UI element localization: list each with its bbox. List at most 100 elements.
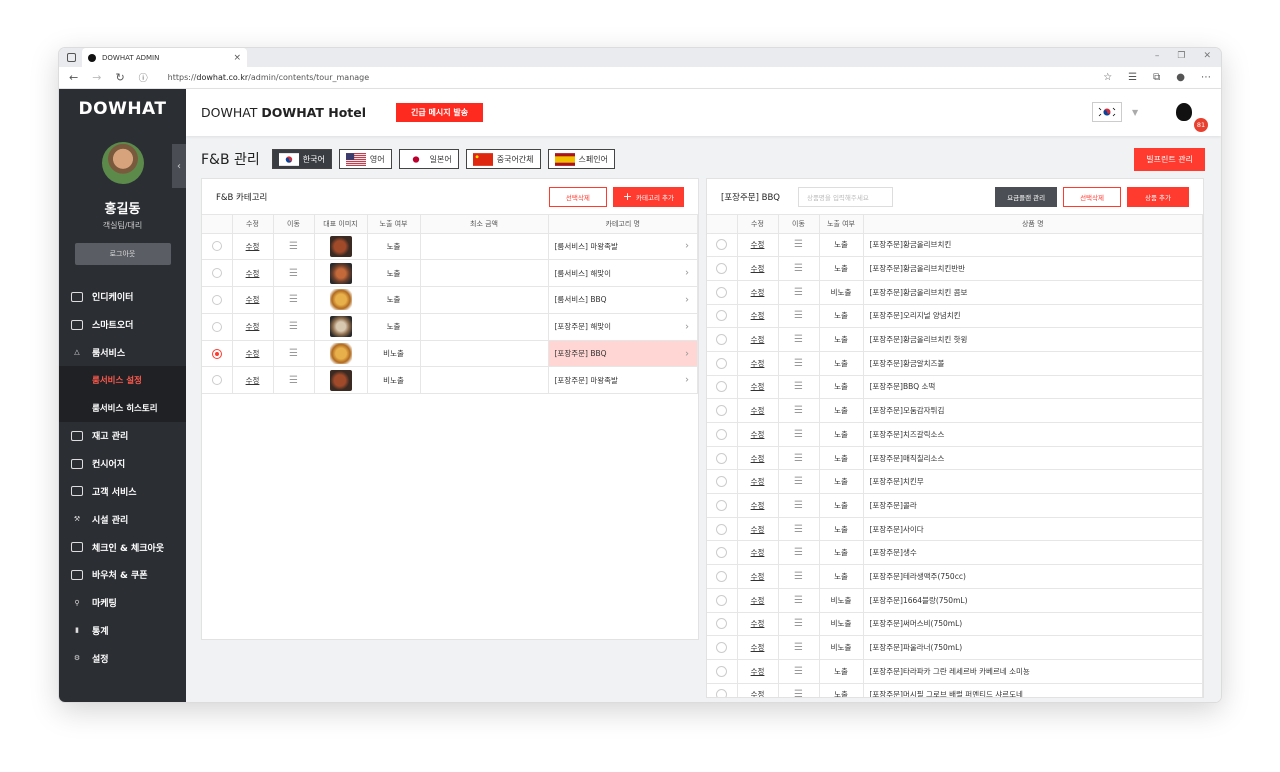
drag-handle-icon[interactable]: ☰ [794,500,803,511]
edit-link[interactable]: 수정 [751,690,765,697]
collections-icon[interactable]: ⧉ [1153,72,1160,83]
lang-tab-korean[interactable]: 한국어 [271,149,332,169]
row-checkbox[interactable] [716,523,728,535]
row-checkbox[interactable] [716,689,728,697]
table-row[interactable]: 수정 ☰ 노출 [포장주문]매직칠리소스 [707,446,1203,471]
sidebar-item-settings[interactable]: ⚙ 설정 [59,644,186,672]
restore-icon[interactable]: ❐ [1177,51,1185,61]
row-checkbox[interactable] [716,381,728,393]
edit-link[interactable]: 수정 [751,454,765,463]
drag-handle-icon[interactable]: ☰ [289,241,298,252]
table-row[interactable]: 수정 ☰ 노출 [포장주문]치킨무 [707,469,1203,495]
category-name-cell[interactable]: [룸서비스] 마왕족발 › [548,233,698,261]
sidebar-item-stats[interactable]: ▮ 통계 [59,617,186,645]
sidebar-item-indicator[interactable]: 인디케이터 [59,283,186,311]
table-row[interactable]: 수정 ☰ 노출 [포장주문]황금올리브치킨반반 [707,256,1203,281]
table-row[interactable]: 수정 ☰ 노출 [포장주문]생수 [707,540,1203,566]
table-row[interactable]: 수정 ☰ 노출 [포장주문] 해맞이 › [202,313,698,341]
rate-plan-button[interactable]: 요금플랜 관리 [995,186,1058,207]
row-checkbox[interactable] [716,476,728,488]
row-checkbox[interactable] [716,310,728,322]
drag-handle-icon[interactable]: ☰ [289,321,298,332]
favorites-list-icon[interactable]: ☰ [1128,72,1137,83]
product-search-input[interactable]: 상품명을 입력해주세요 [797,186,893,207]
row-checkbox[interactable] [716,547,728,559]
table-row[interactable]: 수정 ☰ 노출 [룸서비스] 마왕족발 › [202,233,698,261]
edit-link[interactable]: 수정 [751,311,765,320]
more-icon[interactable]: ⋯ [1201,72,1211,83]
table-row[interactable]: 수정 ☰ 비노출 [포장주문]황금올리브치킨 콤보 [707,280,1203,305]
row-checkbox[interactable] [716,618,728,630]
sidebar-item-concierge[interactable]: 컨시어지 [59,450,186,478]
lang-tab-english[interactable]: 영어 [338,149,392,169]
drag-handle-icon[interactable]: ☰ [794,239,803,250]
sidebar-item-smart-order[interactable]: 스마트오더 [59,311,186,339]
sidebar-item-checkin[interactable]: 체크인 & 체크아웃 [59,533,186,561]
category-name-cell[interactable]: [포장주문] BBQ › [548,340,698,368]
row-checkbox[interactable] [716,286,728,298]
drag-handle-icon[interactable]: ☰ [794,334,803,345]
drag-handle-icon[interactable]: ☰ [794,429,803,440]
drag-handle-icon[interactable]: ☰ [794,618,803,629]
url-field[interactable]: https://dowhat.co.kr/admin/contents/tour… [168,73,370,82]
table-row[interactable]: 수정 ☰ 노출 [포장주문]모둠감자튀김 [707,398,1203,423]
table-row[interactable]: 수정 ☰ 노출 [포장주문]오리지널 양념치킨 [707,304,1203,329]
category-name-cell[interactable]: [포장주문] 마왕족발 › [548,366,698,395]
row-radio[interactable] [211,241,222,252]
language-select[interactable] [1092,102,1122,122]
sidebar-item-customer-service[interactable]: 고객 서비스 [59,478,186,506]
sidebar-item-facility[interactable]: ⚒ 시설 관리 [59,505,186,533]
drag-handle-icon[interactable]: ☰ [794,666,803,677]
blueprint-manage-button[interactable]: 빌프린트 관리 [1134,147,1205,171]
add-product-button[interactable]: 상품 추가 [1127,186,1189,207]
delete-selected-product-button[interactable]: 선택삭제 [1063,186,1121,207]
drag-handle-icon[interactable]: ☰ [794,405,803,416]
profile-icon[interactable]: ● [1176,72,1185,83]
drag-handle-icon[interactable]: ☰ [794,287,803,298]
edit-link[interactable]: 수정 [751,406,765,415]
sidebar-subitem-room-service-settings[interactable]: 룸서비스 설정 [59,366,186,395]
table-row[interactable]: 수정 ☰ 비노출 [포장주문]파울라너(750mL) [707,635,1203,660]
edit-link[interactable]: 수정 [751,501,765,510]
row-checkbox[interactable] [716,357,728,369]
edit-link[interactable]: 수정 [246,295,260,304]
forward-icon[interactable]: → [92,71,101,84]
sidebar-item-marketing[interactable]: ⚲ 마케팅 [59,589,186,617]
row-checkbox[interactable] [716,499,728,511]
browser-tab[interactable]: DOWHAT ADMIN × [82,48,247,67]
delete-selected-category-button[interactable]: 선택삭제 [548,186,607,207]
logout-button[interactable]: 로그아웃 [74,243,171,265]
row-checkbox[interactable] [716,428,728,440]
close-tab-icon[interactable]: × [233,53,241,63]
sidebar-item-voucher[interactable]: 바우처 & 쿠폰 [59,561,186,589]
table-row[interactable]: 수정 ☰ 노출 [포장주문]콜라 [707,493,1203,518]
edit-link[interactable]: 수정 [751,572,765,581]
edit-link[interactable]: 수정 [751,264,765,273]
table-row[interactable]: 수정 ☰ 노출 [포장주문]황금알치즈볼 [707,351,1203,376]
edit-link[interactable]: 수정 [751,643,765,652]
edit-link[interactable]: 수정 [751,335,765,344]
row-checkbox[interactable] [716,405,728,417]
drag-handle-icon[interactable]: ☰ [289,348,298,359]
minimize-icon[interactable]: – [1155,51,1160,61]
drag-handle-icon[interactable]: ☰ [794,453,803,464]
table-row[interactable]: 수정 ☰ 노출 [포장주문]황금올리브치킨 [707,233,1203,258]
table-row[interactable]: 수정 ☰ 노출 [룸서비스] BBQ › [202,286,698,314]
table-row[interactable]: 수정 ☰ 노출 [포장주문]머시필 그로브 배럴 퍼멘티드 샤르도네 [707,683,1203,697]
edit-link[interactable]: 수정 [246,269,260,278]
collapse-sidebar-button[interactable]: ‹ [172,144,186,188]
row-radio[interactable] [211,294,222,305]
drag-handle-icon[interactable]: ☰ [794,642,803,653]
site-info-icon[interactable]: ⓘ [139,71,148,84]
edit-link[interactable]: 수정 [751,359,765,368]
edit-link[interactable]: 수정 [246,242,260,251]
table-row[interactable]: 수정 ☰ 노출 [룸서비스] 해맞이 › [202,259,698,288]
edit-link[interactable]: 수정 [246,322,260,331]
lang-tab-japanese[interactable]: 일본어 [398,149,459,169]
drag-handle-icon[interactable]: ☰ [794,476,803,487]
edit-link[interactable]: 수정 [751,548,765,557]
drag-handle-icon[interactable]: ☰ [289,268,298,279]
notification-icon[interactable] [1176,103,1192,121]
drag-handle-icon[interactable]: ☰ [794,547,803,558]
row-checkbox[interactable] [716,239,728,251]
